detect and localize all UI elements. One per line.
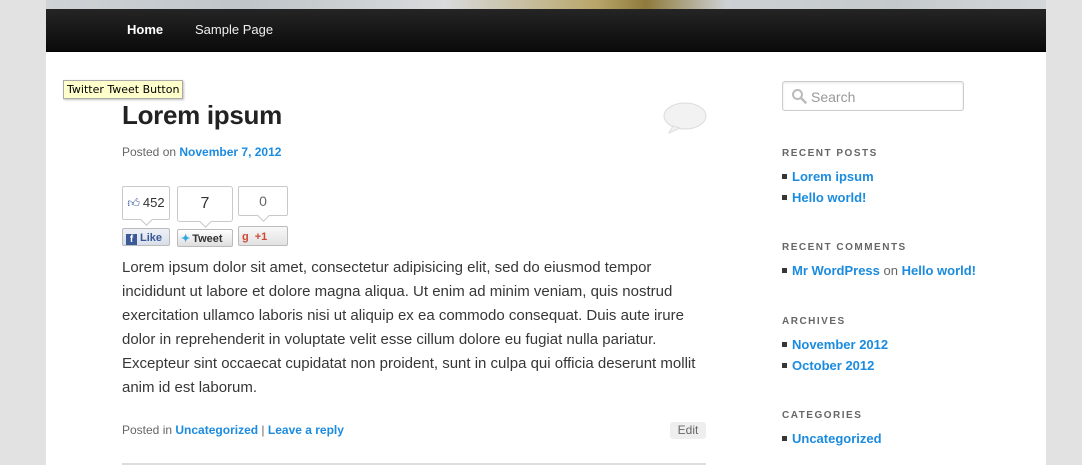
leave-reply-link[interactable]: Leave a reply bbox=[268, 423, 344, 437]
recent-post-item[interactable]: Hello world! bbox=[782, 187, 874, 208]
tweet-label: Tweet bbox=[192, 233, 223, 245]
categories-title: Categories bbox=[782, 410, 863, 421]
google-plus-one-button[interactable]: g +1 bbox=[238, 226, 288, 246]
recent-comment-item: Mr WordPress on Hello world! bbox=[782, 260, 976, 281]
comment-author-link[interactable]: Mr WordPress bbox=[782, 263, 880, 278]
archive-link[interactable]: November 2012 bbox=[782, 337, 888, 352]
archive-link[interactable]: October 2012 bbox=[782, 358, 874, 373]
recent-comments-title: Recent Comments bbox=[782, 242, 907, 253]
tweet-button[interactable]: ✦ Tweet bbox=[177, 229, 233, 247]
recent-posts-title: Recent Posts bbox=[782, 148, 878, 159]
meta-separator: | bbox=[261, 423, 265, 437]
archives-list: November 2012 October 2012 bbox=[782, 334, 888, 376]
recent-post-link[interactable]: Hello world! bbox=[782, 190, 866, 205]
search-icon bbox=[792, 89, 807, 104]
archive-item[interactable]: November 2012 bbox=[782, 334, 888, 355]
archives-title: Archives bbox=[782, 316, 846, 327]
recent-posts-list: Lorem ipsum Hello world! bbox=[782, 166, 874, 208]
google-plus-icon: g bbox=[242, 231, 249, 243]
facebook-like-button[interactable]: f Like bbox=[122, 228, 170, 246]
nav-home-link[interactable]: Home bbox=[127, 9, 163, 51]
post-date-link[interactable]: November 7, 2012 bbox=[179, 145, 281, 159]
post-content: Lorem ipsum dolor sit amet, consectetur … bbox=[122, 259, 696, 396]
twitter-bird-icon: ✦ bbox=[181, 233, 191, 245]
edit-link[interactable]: Edit bbox=[670, 422, 706, 439]
tweet-count: 7 bbox=[177, 186, 233, 228]
thumbs-up-icon: 👍︎ bbox=[127, 196, 140, 210]
post-title[interactable]: Lorem ipsum bbox=[122, 100, 282, 131]
header-image[interactable] bbox=[46, 0, 1046, 9]
facebook-like-label: Like bbox=[140, 232, 163, 244]
tooltip: Twitter Tweet Button bbox=[63, 80, 184, 99]
recent-post-link[interactable]: Lorem ipsum bbox=[782, 169, 874, 184]
recent-comments-list: Mr WordPress on Hello world! bbox=[782, 260, 976, 281]
sidebar-category-link[interactable]: Uncategorized bbox=[782, 431, 882, 446]
category-link[interactable]: Uncategorized bbox=[175, 423, 258, 437]
archive-item[interactable]: October 2012 bbox=[782, 355, 888, 376]
comment-post-link[interactable]: Hello world! bbox=[902, 263, 976, 278]
facebook-icon: f bbox=[126, 234, 137, 245]
count-notch bbox=[199, 215, 212, 228]
search-form[interactable] bbox=[782, 81, 964, 111]
google-plus-count: 0 bbox=[238, 186, 288, 222]
search-input[interactable] bbox=[809, 86, 963, 108]
tweet-count-value: 7 bbox=[200, 195, 210, 212]
category-item[interactable]: Uncategorized bbox=[782, 428, 882, 449]
google-plus-count-value: 0 bbox=[259, 193, 267, 209]
comment-on-text: on bbox=[883, 263, 898, 278]
nav-sample-page-link[interactable]: Sample Page bbox=[195, 9, 273, 51]
count-notch bbox=[257, 209, 270, 222]
main-nav: Home Sample Page bbox=[46, 9, 1046, 52]
categories-list: Uncategorized bbox=[782, 428, 882, 449]
posted-on-prefix: Posted on bbox=[122, 145, 177, 159]
google-plus-label: +1 bbox=[254, 231, 268, 243]
post-meta: Posted on November 7, 2012 bbox=[122, 145, 281, 159]
facebook-like-count: 👍︎ 452 bbox=[122, 186, 170, 226]
page: Home Sample Page Twitter Tweet Button Lo… bbox=[46, 0, 1046, 465]
comment-bubble-icon[interactable] bbox=[663, 102, 707, 134]
facebook-like-count-value: 452 bbox=[142, 195, 165, 210]
recent-post-item[interactable]: Lorem ipsum bbox=[782, 166, 874, 187]
count-notch bbox=[140, 213, 153, 226]
posted-in-prefix: Posted in bbox=[122, 423, 173, 437]
post-footer-meta: Posted in Uncategorized | Leave a reply bbox=[122, 423, 344, 437]
